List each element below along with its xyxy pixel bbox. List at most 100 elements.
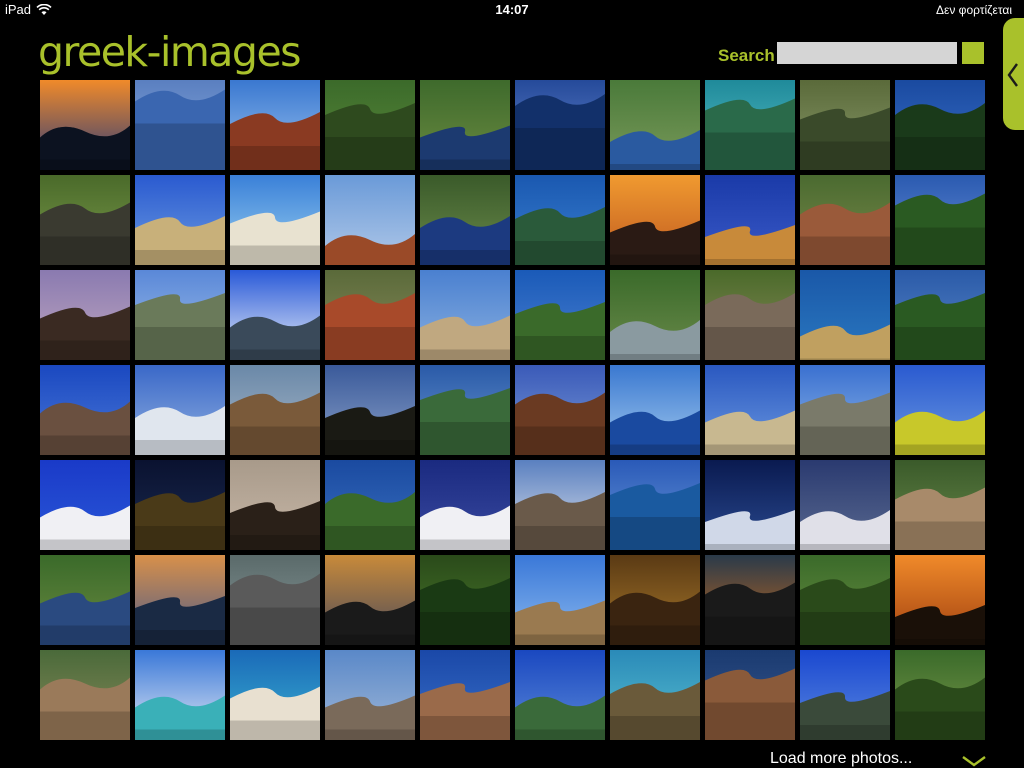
photo-image	[800, 650, 890, 740]
chevron-down-icon[interactable]	[961, 755, 987, 767]
photo-thumbnail[interactable]	[40, 365, 130, 455]
photo-thumbnail[interactable]	[515, 270, 605, 360]
photo-image	[230, 270, 320, 360]
photo-thumbnail[interactable]	[230, 555, 320, 645]
photo-thumbnail[interactable]	[325, 270, 415, 360]
photo-thumbnail[interactable]	[420, 650, 510, 740]
photo-thumbnail[interactable]	[610, 555, 700, 645]
photo-thumbnail[interactable]	[135, 365, 225, 455]
photo-thumbnail[interactable]	[515, 650, 605, 740]
photo-thumbnail[interactable]	[895, 365, 985, 455]
photo-thumbnail[interactable]	[230, 460, 320, 550]
photo-thumbnail[interactable]	[610, 270, 700, 360]
photo-image	[610, 555, 700, 645]
photo-thumbnail[interactable]	[895, 270, 985, 360]
photo-thumbnail[interactable]	[800, 650, 890, 740]
status-bar: iPad 14:07 Δεν φορτίζεται	[0, 0, 1024, 20]
search-input[interactable]	[777, 42, 957, 64]
photo-thumbnail[interactable]	[135, 80, 225, 170]
photo-thumbnail[interactable]	[705, 555, 795, 645]
photo-thumbnail[interactable]	[800, 555, 890, 645]
photo-thumbnail[interactable]	[895, 555, 985, 645]
photo-thumbnail[interactable]	[40, 80, 130, 170]
photo-image	[610, 80, 700, 170]
photo-thumbnail[interactable]	[420, 80, 510, 170]
photo-thumbnail[interactable]	[515, 175, 605, 265]
photo-thumbnail[interactable]	[705, 80, 795, 170]
photo-thumbnail[interactable]	[135, 555, 225, 645]
photo-image	[705, 365, 795, 455]
photo-thumbnail[interactable]	[895, 650, 985, 740]
photo-thumbnail[interactable]	[895, 175, 985, 265]
photo-thumbnail[interactable]	[705, 270, 795, 360]
photo-image	[610, 650, 700, 740]
photo-thumbnail[interactable]	[705, 460, 795, 550]
photo-thumbnail[interactable]	[420, 365, 510, 455]
photo-image	[800, 460, 890, 550]
side-panel-tab[interactable]	[1003, 18, 1024, 130]
photo-image	[800, 270, 890, 360]
photo-image	[230, 80, 320, 170]
photo-thumbnail[interactable]	[610, 175, 700, 265]
photo-thumbnail[interactable]	[800, 270, 890, 360]
photo-thumbnail[interactable]	[135, 460, 225, 550]
photo-image	[40, 650, 130, 740]
site-logo[interactable]: greek-images	[38, 29, 302, 75]
photo-thumbnail[interactable]	[800, 460, 890, 550]
photo-thumbnail[interactable]	[135, 270, 225, 360]
photo-thumbnail[interactable]	[420, 555, 510, 645]
photo-thumbnail[interactable]	[515, 460, 605, 550]
photo-thumbnail[interactable]	[230, 175, 320, 265]
photo-thumbnail[interactable]	[40, 650, 130, 740]
photo-thumbnail[interactable]	[515, 80, 605, 170]
photo-image	[515, 270, 605, 360]
photo-image	[515, 80, 605, 170]
photo-image	[230, 555, 320, 645]
photo-thumbnail[interactable]	[420, 270, 510, 360]
photo-thumbnail[interactable]	[325, 80, 415, 170]
photo-image	[135, 270, 225, 360]
photo-thumbnail[interactable]	[515, 365, 605, 455]
photo-thumbnail[interactable]	[230, 270, 320, 360]
photo-thumbnail[interactable]	[800, 365, 890, 455]
photo-thumbnail[interactable]	[610, 80, 700, 170]
photo-thumbnail[interactable]	[40, 175, 130, 265]
photo-image	[895, 175, 985, 265]
photo-image	[610, 365, 700, 455]
photo-thumbnail[interactable]	[40, 555, 130, 645]
photo-thumbnail[interactable]	[705, 365, 795, 455]
photo-thumbnail[interactable]	[895, 460, 985, 550]
photo-image	[135, 555, 225, 645]
photo-image	[515, 650, 605, 740]
photo-thumbnail[interactable]	[40, 460, 130, 550]
photo-thumbnail[interactable]	[515, 555, 605, 645]
photo-thumbnail[interactable]	[610, 650, 700, 740]
photo-thumbnail[interactable]	[420, 460, 510, 550]
photo-thumbnail[interactable]	[325, 555, 415, 645]
photo-thumbnail[interactable]	[610, 365, 700, 455]
photo-thumbnail[interactable]	[325, 650, 415, 740]
photo-thumbnail[interactable]	[40, 270, 130, 360]
photo-thumbnail[interactable]	[230, 650, 320, 740]
photo-thumbnail[interactable]	[325, 460, 415, 550]
photo-thumbnail[interactable]	[705, 175, 795, 265]
photo-thumbnail[interactable]	[610, 460, 700, 550]
chevron-left-icon	[1007, 63, 1018, 87]
photo-thumbnail[interactable]	[895, 80, 985, 170]
load-more-link[interactable]: Load more photos...	[770, 750, 912, 768]
photo-thumbnail[interactable]	[705, 650, 795, 740]
photo-thumbnail[interactable]	[325, 365, 415, 455]
photo-image	[325, 555, 415, 645]
photo-thumbnail[interactable]	[135, 175, 225, 265]
photo-thumbnail[interactable]	[135, 650, 225, 740]
photo-thumbnail[interactable]	[325, 175, 415, 265]
photo-thumbnail[interactable]	[230, 365, 320, 455]
photo-image	[325, 80, 415, 170]
photo-thumbnail[interactable]	[420, 175, 510, 265]
photo-image	[800, 555, 890, 645]
search-button[interactable]	[962, 42, 984, 64]
photo-thumbnail[interactable]	[800, 80, 890, 170]
photo-thumbnail[interactable]	[230, 80, 320, 170]
photo-thumbnail[interactable]	[800, 175, 890, 265]
photo-image	[40, 270, 130, 360]
